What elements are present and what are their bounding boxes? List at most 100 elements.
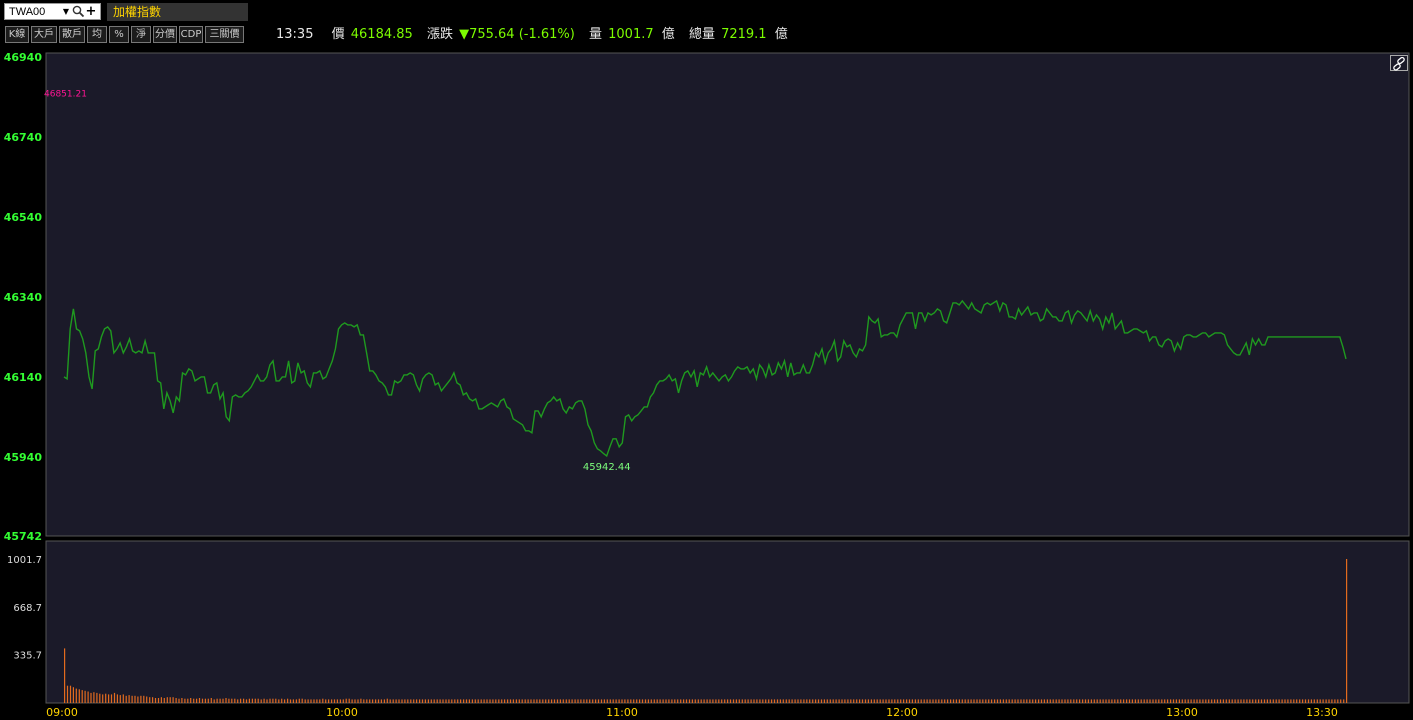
volume-bar xyxy=(389,699,391,703)
volume-bar xyxy=(1164,699,1166,703)
average-button[interactable]: 均 xyxy=(87,26,107,43)
time-tick-label: 13:00 xyxy=(1166,706,1198,719)
net-button[interactable]: 淨 xyxy=(131,26,151,43)
volume-bar xyxy=(325,699,327,703)
volume-bar xyxy=(688,699,691,703)
volume-bar xyxy=(1287,699,1289,703)
price-distribution-button[interactable]: 分價 xyxy=(153,26,177,43)
volume-bar xyxy=(979,699,981,703)
volume-bar xyxy=(333,699,336,703)
volume-bar xyxy=(565,699,567,703)
volume-bar xyxy=(439,699,441,703)
volume-bar xyxy=(911,699,913,703)
volume-bar xyxy=(850,699,852,703)
time-tick-label: 11:00 xyxy=(606,706,638,719)
volume-bar xyxy=(759,699,761,703)
volume-bar xyxy=(204,698,206,703)
volume-bar xyxy=(1082,699,1084,703)
volume-bar xyxy=(518,699,520,703)
retail-button[interactable]: 散戶 xyxy=(59,26,85,43)
volume-bar xyxy=(955,699,957,703)
volume-bar xyxy=(234,698,236,703)
volume-bar xyxy=(859,699,861,703)
volume-bar xyxy=(1175,699,1177,703)
volume-bar xyxy=(178,698,180,703)
total-volume-value: 7219.1 xyxy=(721,27,767,42)
volume-bar xyxy=(1243,699,1245,703)
volume-bar xyxy=(812,699,814,703)
price-tick-label: 45940 xyxy=(4,451,43,464)
volume-bar xyxy=(1052,699,1054,703)
link-icon[interactable] xyxy=(1390,55,1408,71)
volume-bar xyxy=(633,699,635,703)
volume-bar xyxy=(1278,699,1280,703)
symbol-selector[interactable]: TWA00 ▼ + xyxy=(4,3,101,20)
volume-bar xyxy=(823,699,825,703)
volume-bar xyxy=(1275,699,1277,703)
volume-bar xyxy=(785,699,787,703)
volume-bar xyxy=(509,699,512,703)
volume-bar xyxy=(985,699,987,703)
volume-bar xyxy=(797,699,799,703)
volume-bar xyxy=(1346,559,1348,703)
volume-bar xyxy=(1222,699,1224,703)
volume-bar xyxy=(950,699,952,703)
volume-bar xyxy=(609,699,611,703)
volume-bar xyxy=(967,699,969,703)
volume-bar xyxy=(1046,699,1048,703)
volume-bar xyxy=(568,699,570,703)
big-trader-button[interactable]: 大戶 xyxy=(31,26,57,43)
volume-bar xyxy=(372,699,374,703)
volume-bar xyxy=(894,699,896,703)
symbol-name: 加權指數 xyxy=(107,3,248,21)
volume-bar xyxy=(756,699,758,703)
volume-bar xyxy=(245,699,248,703)
volume-bar xyxy=(879,699,881,703)
add-icon[interactable]: + xyxy=(85,4,97,19)
search-icon[interactable] xyxy=(71,5,85,19)
volume-bar xyxy=(771,699,773,703)
symbol-code[interactable]: TWA00 xyxy=(5,6,61,18)
cdp-button[interactable]: CDP xyxy=(179,26,203,43)
volume-bar xyxy=(113,692,116,703)
volume-bar xyxy=(630,699,632,703)
volume-bar xyxy=(947,699,949,703)
volume-bar xyxy=(190,698,192,703)
volume-bar xyxy=(93,692,95,703)
chevron-down-icon[interactable]: ▼ xyxy=(61,7,71,16)
volume-bar xyxy=(803,699,805,703)
volume-bar xyxy=(275,698,277,703)
volume-bar xyxy=(1005,699,1007,703)
volume-bar xyxy=(1296,699,1298,703)
volume-bar xyxy=(172,697,174,703)
volume-bar xyxy=(1032,699,1034,703)
volume-bar xyxy=(207,698,209,703)
volume-bar xyxy=(1193,699,1195,703)
volume-bar xyxy=(1205,699,1207,703)
volume-bar xyxy=(677,699,679,703)
price-label: 價 xyxy=(331,27,345,42)
three-key-price-button[interactable]: 三關價 xyxy=(205,26,244,43)
kline-button[interactable]: K線 xyxy=(5,26,29,43)
volume-bar xyxy=(615,699,617,703)
low-price-label: 45942.44 xyxy=(583,462,631,473)
volume-bar xyxy=(1219,699,1222,703)
percent-button[interactable]: % xyxy=(109,26,129,43)
volume-bar xyxy=(721,699,723,703)
volume-bar xyxy=(125,695,127,703)
volume-bar xyxy=(1114,699,1116,703)
volume-bar xyxy=(96,692,98,703)
volume-bar xyxy=(589,699,591,703)
volume-bar xyxy=(143,695,145,703)
price-tick-label: 45742 xyxy=(4,530,42,543)
volume-bar xyxy=(952,699,955,703)
volume-bar xyxy=(99,693,101,703)
volume-bar xyxy=(307,699,309,703)
volume-bar xyxy=(430,699,432,703)
volume-bar xyxy=(809,699,811,703)
volume-bar xyxy=(1017,699,1019,703)
volume-bar xyxy=(248,698,250,703)
volume-bar xyxy=(856,699,858,703)
volume-bar xyxy=(1040,699,1043,703)
volume-bar xyxy=(360,698,362,703)
